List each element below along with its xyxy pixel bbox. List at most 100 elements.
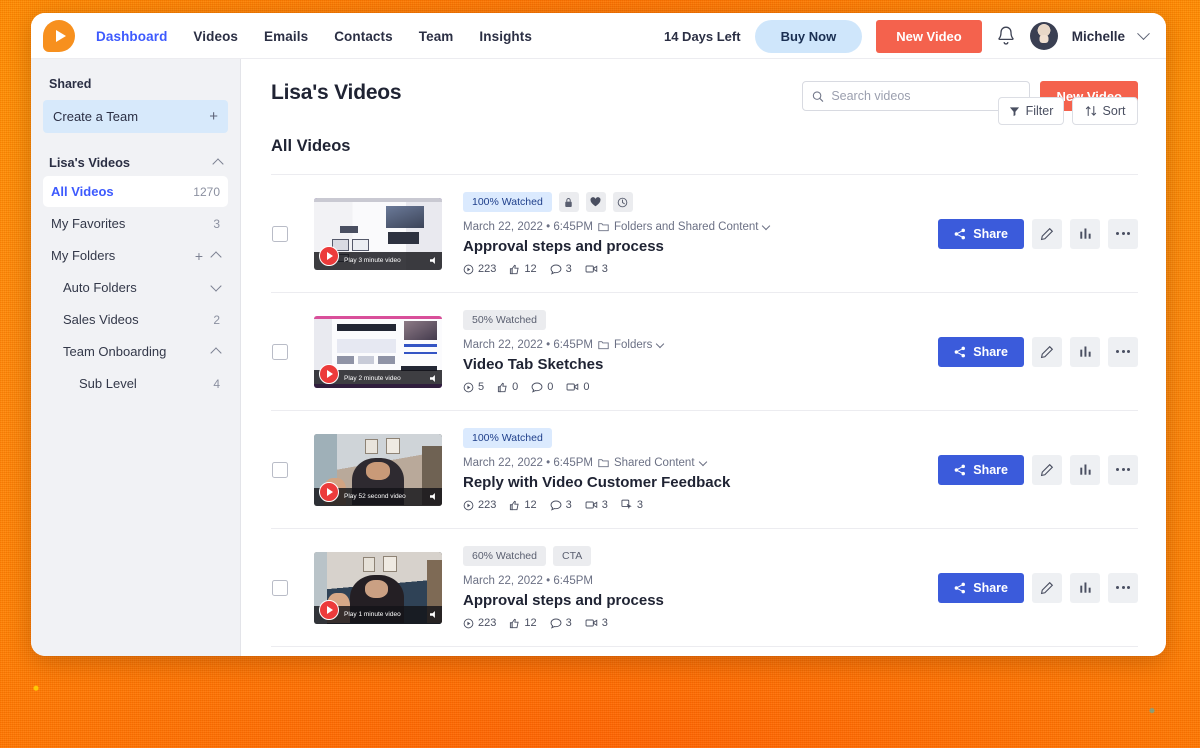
search-icon: [813, 90, 824, 102]
clock-icon[interactable]: [612, 192, 633, 212]
thumbs-up-icon: [510, 500, 519, 510]
share-button[interactable]: Share: [938, 572, 1024, 603]
share-button[interactable]: Share: [938, 454, 1024, 485]
nav-link-contacts[interactable]: Contacts: [334, 29, 393, 44]
more-options-button[interactable]: [1108, 454, 1138, 485]
analytics-button[interactable]: [1070, 454, 1100, 485]
vidyard-play-logo-icon[interactable]: [43, 20, 75, 52]
edit-button[interactable]: [1032, 336, 1062, 367]
stat-value: 12: [524, 617, 537, 629]
add-folder-plus-icon[interactable]: +: [195, 249, 203, 263]
sidebar-item-count: 4: [213, 376, 220, 391]
watched-badge: 100% Watched: [463, 192, 552, 212]
row-checkbox[interactable]: [272, 461, 288, 478]
filter-button[interactable]: Filter: [998, 97, 1064, 125]
sidebar-group-lisas-videos[interactable]: Lisa's Videos: [43, 150, 228, 175]
more-options-button[interactable]: [1108, 336, 1138, 367]
play-button-icon[interactable]: [319, 363, 339, 384]
chevron-up-icon[interactable]: [212, 158, 224, 170]
sidebar-item-sub-level[interactable]: Sub Level 4: [43, 368, 228, 399]
video-thumbnail[interactable]: Play 52 second video: [314, 433, 442, 506]
plus-icon[interactable]: +: [209, 109, 218, 124]
edit-button[interactable]: [1032, 454, 1062, 485]
share-button[interactable]: Share: [938, 218, 1024, 249]
nav-link-emails[interactable]: Emails: [264, 29, 308, 44]
stat-value: 0: [512, 381, 519, 393]
share-button[interactable]: Share: [938, 336, 1024, 367]
sidebar-item-team-onboarding[interactable]: Team Onboarding: [43, 336, 228, 367]
play-button-icon[interactable]: [319, 481, 339, 502]
heart-icon[interactable]: [585, 192, 606, 212]
search-input[interactable]: [831, 89, 1021, 103]
video-badges: 50% Watched: [463, 310, 922, 330]
new-video-button-header[interactable]: New Video: [876, 19, 982, 53]
video-list-item[interactable]: Play 2 minute video 50% Watched March 22…: [271, 292, 1138, 410]
search-videos-field[interactable]: [802, 81, 1031, 111]
play-button-icon[interactable]: [319, 599, 339, 620]
analytics-button[interactable]: [1070, 572, 1100, 603]
chevron-down-icon[interactable]: [210, 280, 222, 292]
play-button-icon[interactable]: [319, 245, 339, 266]
sidebar-item-my-favorites[interactable]: My Favorites 3: [43, 208, 228, 239]
row-checkbox[interactable]: [272, 579, 288, 596]
user-avatar[interactable]: [1029, 22, 1058, 50]
video-reply-icon: [566, 383, 579, 391]
video-badges: 60% Watched CTA: [463, 546, 922, 566]
chevron-down-icon[interactable]: [698, 457, 707, 466]
stat-likes: 12: [509, 263, 537, 275]
analytics-button[interactable]: [1070, 218, 1100, 249]
chevron-down-icon[interactable]: [762, 221, 771, 230]
nav-link-insights[interactable]: Insights: [479, 29, 532, 44]
sidebar-item-my-folders[interactable]: My Folders +: [43, 240, 228, 271]
video-date: March 22, 2022 • 6:45PM: [463, 457, 593, 469]
folder-icon: [598, 341, 609, 350]
trial-days-left: 14 Days Left: [663, 28, 741, 44]
video-folder-name[interactable]: Shared Content: [614, 457, 695, 469]
video-folder-name[interactable]: Folders and Shared Content: [614, 221, 758, 233]
sidebar-item-count: 2: [213, 312, 220, 327]
video-list-item[interactable]: Play 1 minute video 60% Watched CTA Marc…: [271, 528, 1138, 646]
nav-link-dashboard[interactable]: Dashboard: [96, 29, 167, 44]
ellipsis-icon: [1116, 350, 1130, 353]
chevron-down-icon[interactable]: [1137, 26, 1150, 40]
more-options-button[interactable]: [1108, 218, 1138, 249]
lock-icon[interactable]: [558, 192, 579, 212]
nav-link-videos[interactable]: Videos: [193, 29, 238, 44]
video-list-item[interactable]: Play 52 second video 100% Watched March …: [271, 410, 1138, 528]
buy-now-button[interactable]: Buy Now: [754, 19, 863, 53]
video-thumbnail[interactable]: Play 3 minute video: [314, 197, 442, 270]
stat-value: 3: [565, 263, 572, 275]
chevron-down-icon[interactable]: [656, 339, 665, 348]
video-title[interactable]: Approval steps and process: [463, 238, 922, 255]
notification-bell-icon[interactable]: [996, 25, 1016, 47]
filter-label: Filter: [1025, 104, 1054, 118]
create-a-team-button[interactable]: Create a Team +: [43, 100, 228, 133]
stat-likes: 12: [509, 499, 537, 511]
more-options-button[interactable]: [1108, 572, 1138, 603]
nav-link-team[interactable]: Team: [419, 29, 454, 44]
sort-button[interactable]: Sort: [1072, 97, 1138, 125]
chevron-up-icon[interactable]: [210, 251, 222, 263]
sidebar-item-all-videos[interactable]: All Videos 1270: [43, 176, 228, 207]
mute-icon: [430, 611, 435, 618]
video-title[interactable]: Video Tab Sketches: [463, 356, 922, 373]
video-thumbnail[interactable]: Play 1 minute video: [314, 551, 442, 624]
video-title[interactable]: Reply with Video Customer Feedback: [463, 474, 922, 491]
mute-icon: [430, 493, 435, 500]
row-checkbox[interactable]: [272, 343, 288, 360]
user-name-label: Michelle: [1071, 28, 1125, 44]
chevron-up-icon[interactable]: [210, 347, 222, 359]
stat-video-replies: 3: [585, 499, 608, 511]
edit-button[interactable]: [1032, 218, 1062, 249]
analytics-button[interactable]: [1070, 336, 1100, 367]
sidebar-item-auto-folders[interactable]: Auto Folders: [43, 272, 228, 303]
edit-button[interactable]: [1032, 572, 1062, 603]
video-folder-name[interactable]: Folders: [614, 339, 652, 351]
play-duration-label: Play 1 minute video: [344, 611, 401, 618]
video-title[interactable]: Approval steps and process: [463, 592, 922, 609]
row-checkbox[interactable]: [272, 225, 288, 242]
sidebar-item-sales-videos[interactable]: Sales Videos 2: [43, 304, 228, 335]
video-thumbnail[interactable]: Play 2 minute video: [314, 315, 442, 388]
video-list-item[interactable]: Play 3 minute video 100% Watched March 2…: [271, 174, 1138, 292]
stat-value: 223: [478, 263, 497, 275]
